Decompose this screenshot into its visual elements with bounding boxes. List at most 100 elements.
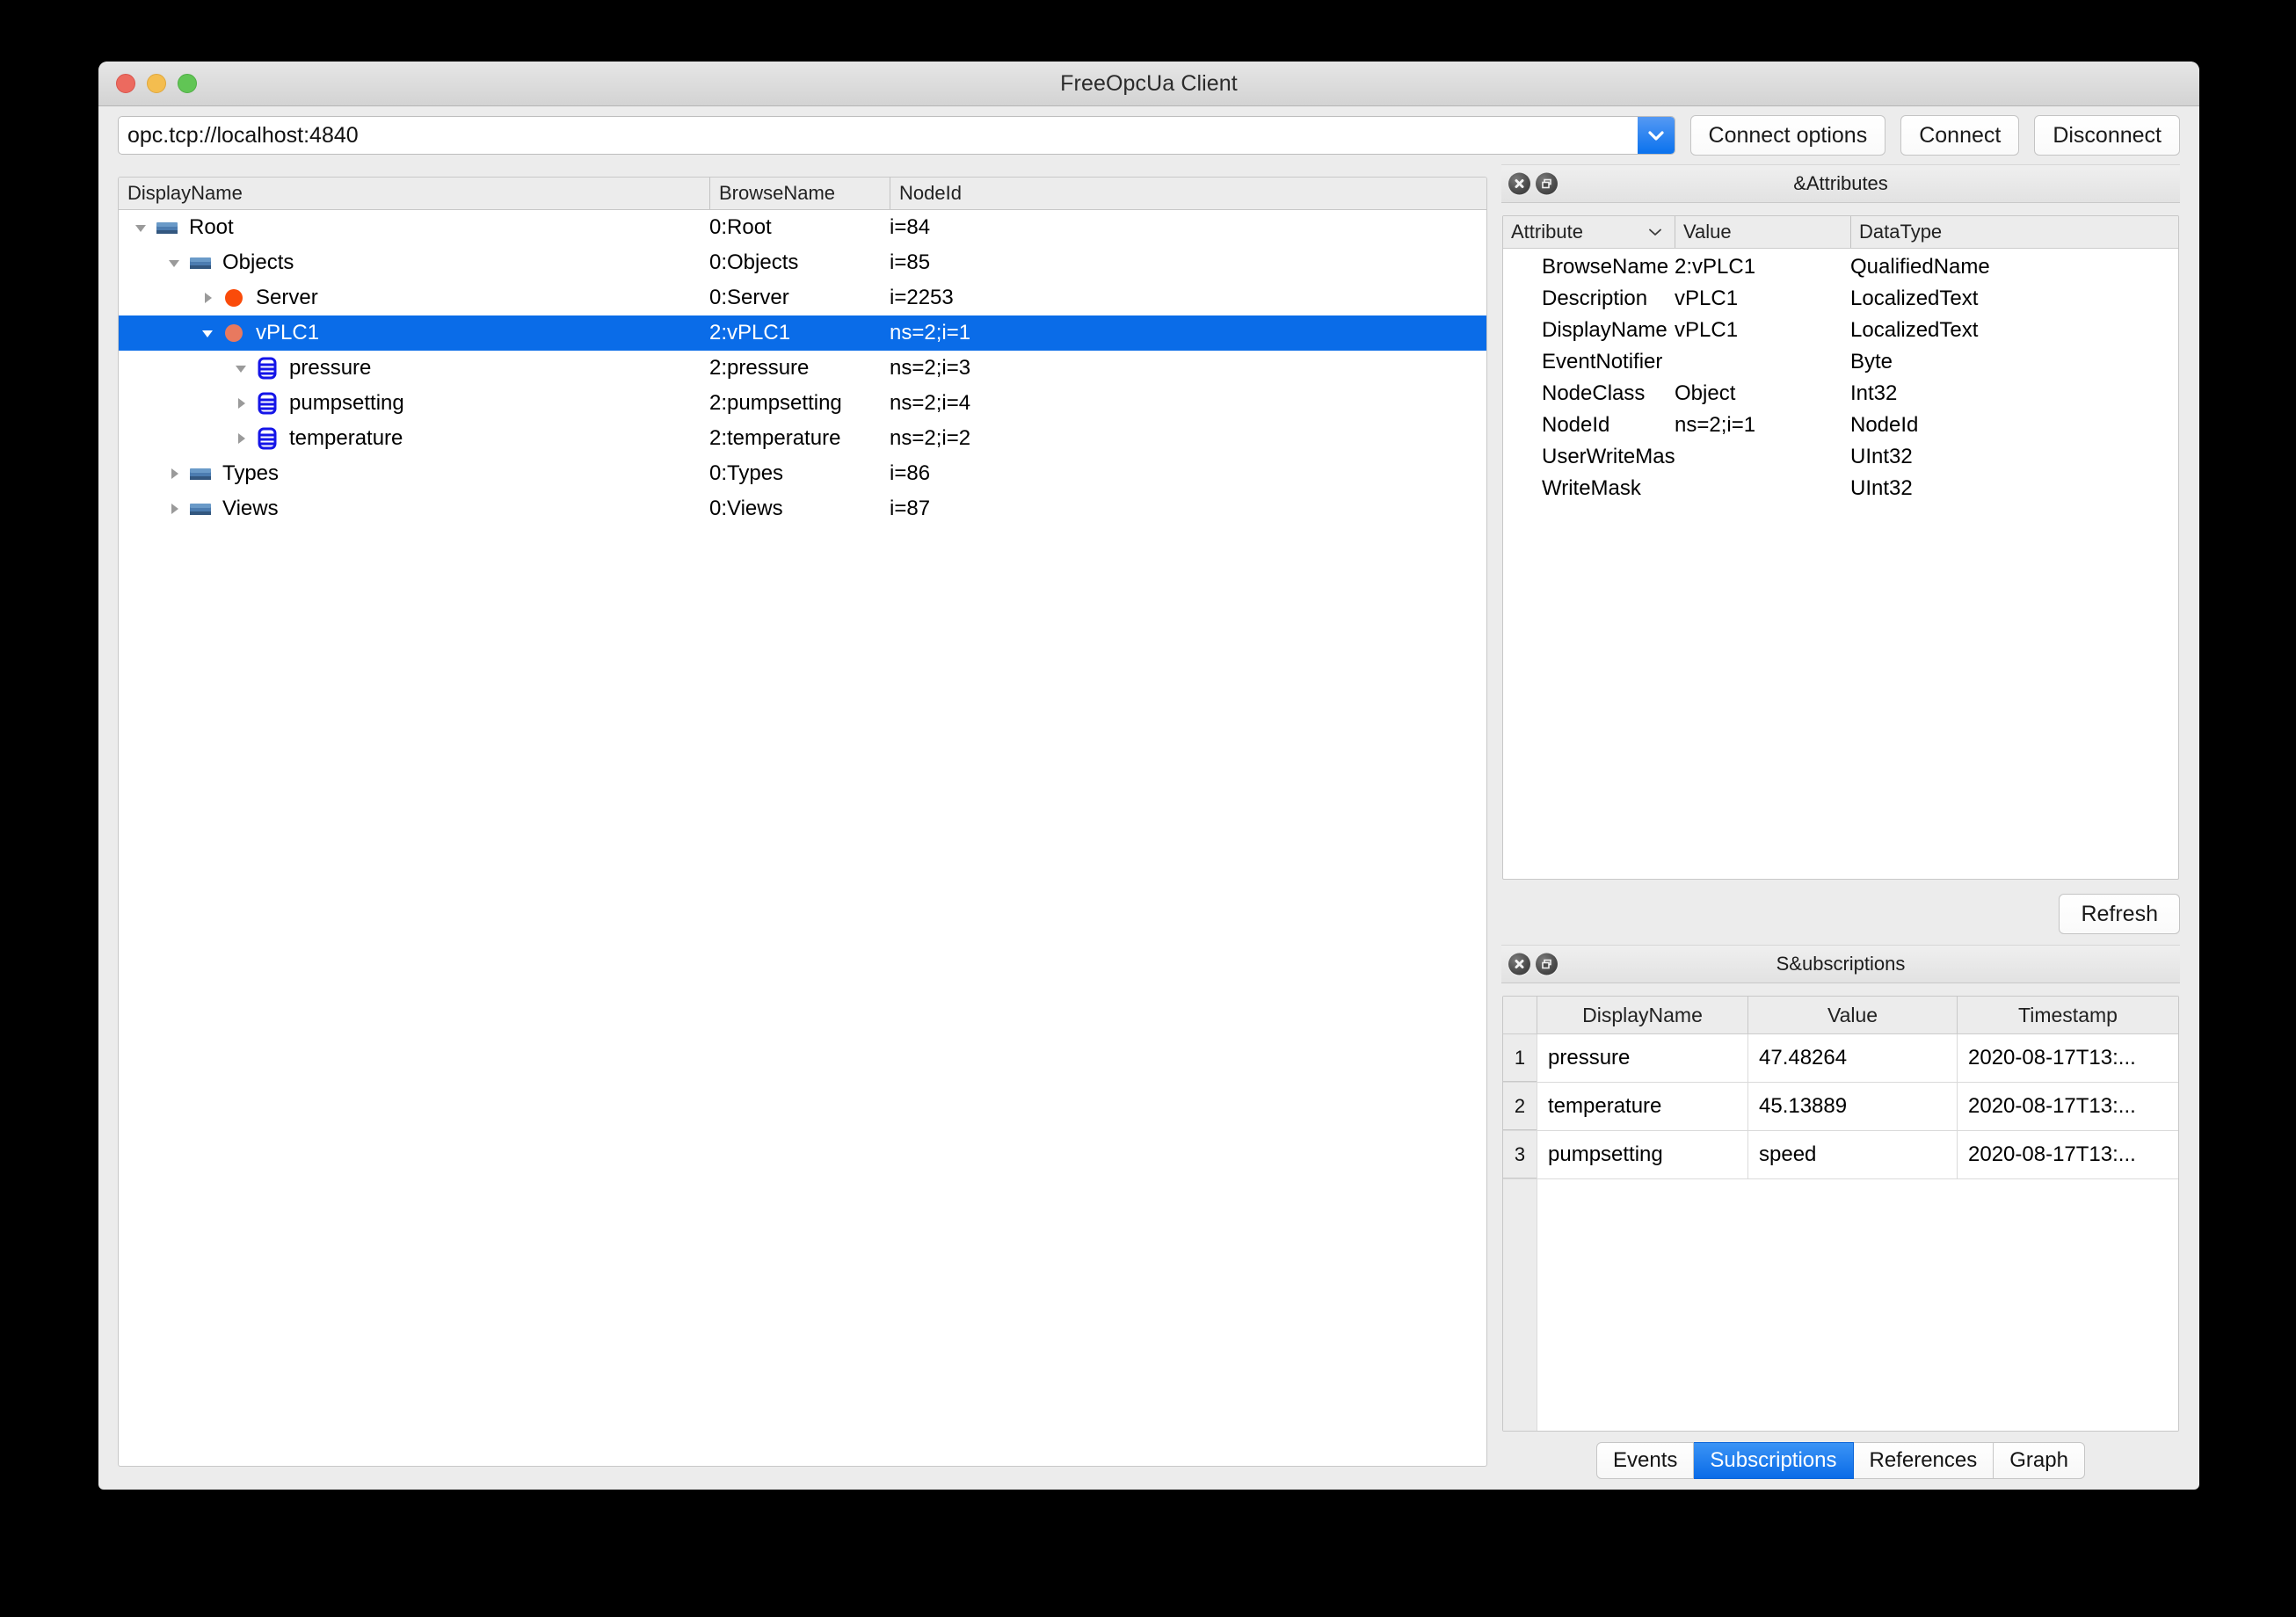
attributes-row[interactable]: BrowseName2:vPLC1QualifiedName xyxy=(1503,251,2178,283)
connect-options-button[interactable]: Connect options xyxy=(1690,115,1886,156)
tree-row[interactable]: Types0:Typesi=86 xyxy=(119,456,1486,491)
tree-cell-nodeid: ns=2;i=4 xyxy=(890,386,1486,421)
server-url-input[interactable] xyxy=(119,117,1638,154)
attributes-row[interactable]: EventNotifierByte xyxy=(1503,346,2178,378)
chevron-down-icon[interactable] xyxy=(229,359,252,377)
attributes-header-attribute[interactable]: Attribute xyxy=(1503,216,1675,248)
attributes-dock-body: Attribute Value DataType BrowseName2:vPL… xyxy=(1501,203,2180,945)
refresh-button[interactable]: Refresh xyxy=(2059,894,2180,934)
tree-header-browsename[interactable]: BrowseName xyxy=(709,178,890,209)
attributes-row[interactable]: UserWriteMaskUInt32 xyxy=(1503,441,2178,473)
subscriptions-row[interactable]: 2temperature45.138892020-08-17T13:... xyxy=(1503,1083,2178,1131)
subscriptions-table[interactable]: DisplayName Value Timestamp 1pressure47.… xyxy=(1502,996,2179,1432)
tab-events[interactable]: Events xyxy=(1596,1442,1694,1479)
object-icon xyxy=(219,320,249,346)
tree-row[interactable]: pumpsetting2:pumpsettingns=2;i=4 xyxy=(119,386,1486,421)
tree-node-label: Types xyxy=(222,461,279,486)
connect-button[interactable]: Connect xyxy=(1900,115,2019,156)
subscriptions-row-number: 2 xyxy=(1503,1083,1537,1130)
tree-cell-browsename: 2:pressure xyxy=(709,351,890,386)
attributes-dock-buttons xyxy=(1508,173,1558,195)
subscriptions-header-timestamp[interactable]: Timestamp xyxy=(1957,997,2178,1033)
tree-node-label: vPLC1 xyxy=(256,321,319,345)
tree-row[interactable]: temperature2:temperaturens=2;i=2 xyxy=(119,421,1486,456)
subscriptions-header-displayname[interactable]: DisplayName xyxy=(1537,997,1747,1033)
minimize-window-button[interactable] xyxy=(147,74,166,93)
tree-cell-browsename: 0:Server xyxy=(709,280,890,315)
subscriptions-dock-body: DisplayName Value Timestamp 1pressure47.… xyxy=(1501,983,2180,1483)
float-window-icon[interactable] xyxy=(1536,173,1558,195)
chevron-right-icon[interactable] xyxy=(229,430,252,447)
tree-row[interactable]: pressure 2:pressurens=2;i=3 xyxy=(119,351,1486,386)
float-window-icon[interactable] xyxy=(1536,954,1558,975)
subscriptions-cell-value: 47.48264 xyxy=(1747,1034,1957,1082)
attributes-title-text: &Attributes xyxy=(1501,172,2180,195)
attributes-cell-attribute: NodeClass xyxy=(1503,378,1675,410)
chevron-right-icon[interactable] xyxy=(196,289,219,307)
disconnect-button[interactable]: Disconnect xyxy=(2034,115,2180,156)
attributes-row[interactable]: DisplayNamevPLC1LocalizedText xyxy=(1503,315,2178,346)
tab-graph[interactable]: Graph xyxy=(1994,1442,2085,1479)
tree-cell-browsename: 0:Objects xyxy=(709,245,890,280)
tab-references[interactable]: References xyxy=(1854,1442,1994,1479)
subscriptions-body-filler xyxy=(1537,1179,2178,1431)
tree-row[interactable]: Objects0:Objectsi=85 xyxy=(119,245,1486,280)
close-icon[interactable] xyxy=(1508,173,1530,195)
tree-header-displayname[interactable]: DisplayName xyxy=(119,178,709,209)
attributes-header-value[interactable]: Value xyxy=(1675,216,1850,248)
attributes-cell-attribute: UserWriteMask xyxy=(1503,441,1675,473)
attributes-row[interactable]: WriteMaskUInt32 xyxy=(1503,473,2178,504)
chevron-down-icon[interactable] xyxy=(196,324,219,342)
attributes-dock-title: &Attributes xyxy=(1501,164,2180,203)
address-space-tree[interactable]: DisplayName BrowseName NodeId Root 0:Root… xyxy=(118,177,1487,1467)
tree-column-headers: DisplayName BrowseName NodeId xyxy=(119,178,1486,210)
connection-bar: Connect options Connect Disconnect xyxy=(98,106,2199,164)
attributes-table[interactable]: Attribute Value DataType BrowseName2:vPL… xyxy=(1502,215,2179,880)
chevron-down-icon[interactable] xyxy=(129,219,152,236)
subscriptions-row[interactable]: 3pumpsettingspeed2020-08-17T13:... xyxy=(1503,1131,2178,1179)
tree-cell-displayname: pumpsetting xyxy=(119,386,709,421)
attributes-row[interactable]: DescriptionvPLC1LocalizedText xyxy=(1503,283,2178,315)
chevron-right-icon[interactable] xyxy=(163,500,185,518)
tree-cell-browsename: 0:Types xyxy=(709,456,890,491)
chevron-right-icon[interactable] xyxy=(229,395,252,412)
tree-cell-browsename: 0:Root xyxy=(709,210,890,245)
tree-row[interactable]: Server0:Serveri=2253 xyxy=(119,280,1486,315)
subscriptions-header-value[interactable]: Value xyxy=(1747,997,1957,1033)
attributes-cell-value: 2:vPLC1 xyxy=(1675,251,1850,283)
subscriptions-row[interactable]: 1pressure47.482642020-08-17T13:... xyxy=(1503,1034,2178,1083)
tree-node-label: Root xyxy=(189,215,234,240)
subscriptions-cell-timestamp: 2020-08-17T13:... xyxy=(1957,1131,2178,1178)
attributes-cell-attribute: WriteMask xyxy=(1503,473,1675,504)
attributes-cell-value: Object xyxy=(1675,378,1850,410)
right-dock-column: &Attributes Attribute Value Dat xyxy=(1487,164,2199,1490)
tree-header-nodeid[interactable]: NodeId xyxy=(890,178,1486,209)
close-window-button[interactable] xyxy=(116,74,135,93)
chevron-right-icon[interactable] xyxy=(163,465,185,482)
tree-row[interactable]: Root0:Rooti=84 xyxy=(119,210,1486,245)
tree-row[interactable]: Views0:Viewsi=87 xyxy=(119,491,1486,526)
tree-row[interactable]: vPLC12:vPLC1ns=2;i=1 xyxy=(119,315,1486,351)
tree-cell-displayname: Views xyxy=(119,491,709,526)
zoom-window-button[interactable] xyxy=(178,74,197,93)
chevron-down-icon[interactable] xyxy=(1638,117,1675,154)
close-icon[interactable] xyxy=(1508,954,1530,975)
tree-node-label: pressure xyxy=(289,356,371,381)
tree-cell-browsename: 2:vPLC1 xyxy=(709,315,890,351)
tab-subscriptions[interactable]: Subscriptions xyxy=(1694,1442,1853,1479)
tree-cell-nodeid: ns=2;i=3 xyxy=(890,351,1486,386)
tree-cell-browsename: 2:pumpsetting xyxy=(709,386,890,421)
attributes-cell-attribute: BrowseName xyxy=(1503,251,1675,283)
server-url-combobox[interactable] xyxy=(118,116,1675,155)
window-title: FreeOpcUa Client xyxy=(98,71,2199,97)
attributes-header-datatype[interactable]: DataType xyxy=(1850,216,2178,248)
tree-cell-nodeid: ns=2;i=2 xyxy=(890,421,1486,456)
attributes-row[interactable]: NodeIdns=2;i=1NodeId xyxy=(1503,410,2178,441)
attributes-row[interactable]: NodeClassObjectInt32 xyxy=(1503,378,2178,410)
tree-cell-displayname: vPLC1 xyxy=(119,315,709,351)
chevron-down-icon[interactable] xyxy=(163,254,185,272)
subscriptions-cell-displayname: pumpsetting xyxy=(1537,1131,1747,1178)
subscriptions-empty-area xyxy=(1503,1179,2178,1431)
tree-cell-nodeid: i=2253 xyxy=(890,280,1486,315)
attributes-rows: BrowseName2:vPLC1QualifiedNameDescriptio… xyxy=(1503,249,2178,879)
